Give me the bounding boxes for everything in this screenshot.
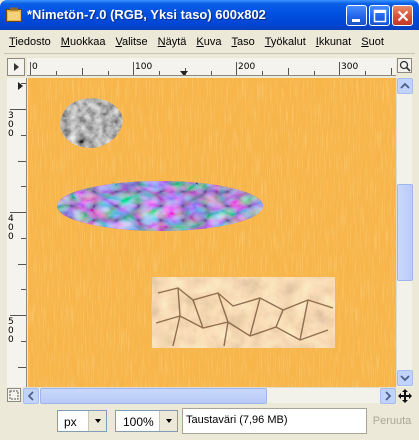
triangle-right-icon xyxy=(14,63,19,71)
menu-windows[interactable]: Ikkunat xyxy=(311,30,356,53)
menu-bar: Tiedosto Muokkaa Valitse Näytä Kuva Taso Työka… xyxy=(4,30,415,54)
zoom-select[interactable]: 100% xyxy=(115,410,178,432)
unit-dropdown-button[interactable] xyxy=(88,411,106,431)
chevron-down-icon xyxy=(95,419,101,423)
menu-select[interactable]: Valitse xyxy=(110,30,152,53)
image-menu-button[interactable] xyxy=(7,58,25,76)
vertical-scroll-thumb[interactable] xyxy=(397,184,413,281)
minimize-icon xyxy=(352,19,360,22)
hruler-label-100: 100 xyxy=(135,62,152,72)
minimize-button[interactable] xyxy=(346,5,367,26)
magnifier-icon xyxy=(399,60,411,72)
image-canvas[interactable] xyxy=(28,78,396,387)
navigate-button[interactable] xyxy=(397,388,413,404)
dashed-square-icon xyxy=(9,390,19,400)
menu-tools[interactable]: Työkalut xyxy=(260,30,311,53)
gimp-app-icon[interactable] xyxy=(6,7,22,23)
menu-edit[interactable]: Muokkaa xyxy=(56,30,111,53)
unit-select[interactable]: px xyxy=(57,410,107,432)
hruler-label-200: 200 xyxy=(238,62,255,72)
close-button[interactable] xyxy=(392,5,413,26)
vertical-ruler[interactable]: 300 400 500 xyxy=(7,78,27,387)
vruler-label-400: 400 xyxy=(8,214,14,242)
zoom-to-window-button[interactable] xyxy=(397,58,412,73)
menu-layer[interactable]: Taso xyxy=(227,30,260,53)
maximize-button[interactable] xyxy=(369,5,390,26)
zoom-dropdown-button[interactable] xyxy=(159,411,177,431)
title-bar[interactable]: *Nimetön-7.0 (RGB, Yksi taso) 600x802 xyxy=(0,0,419,30)
quick-mask-toggle[interactable] xyxy=(7,388,21,402)
zoom-value: 100% xyxy=(123,415,154,429)
vruler-label-500: 500 xyxy=(8,317,14,345)
cancel-button[interactable]: Peruuta xyxy=(369,410,415,432)
menu-view[interactable]: Näytä xyxy=(153,30,192,53)
close-icon xyxy=(397,10,409,22)
scroll-down-button[interactable] xyxy=(397,370,413,386)
window-title: *Nimetön-7.0 (RGB, Yksi taso) 600x802 xyxy=(27,7,266,22)
maximize-icon xyxy=(373,9,387,23)
scroll-left-button[interactable] xyxy=(23,388,39,404)
arrow-right-icon xyxy=(385,391,392,401)
canvas-artwork xyxy=(28,78,396,387)
vruler-label-300: 300 xyxy=(8,111,14,139)
arrow-up-icon xyxy=(400,82,410,89)
unit-value: px xyxy=(64,415,77,429)
arrow-down-icon xyxy=(400,375,410,382)
horizontal-scrollbar[interactable] xyxy=(23,387,396,404)
scroll-up-button[interactable] xyxy=(397,78,413,94)
scroll-right-button[interactable] xyxy=(380,388,396,404)
pointer-marker xyxy=(180,71,188,75)
menu-image[interactable]: Kuva xyxy=(191,30,226,53)
horizontal-ruler[interactable]: 0 100 200 300 xyxy=(27,58,396,76)
hruler-label-0: 0 xyxy=(32,62,38,72)
move-cross-icon xyxy=(398,389,412,403)
horizontal-ruler-ticks: 0 100 200 300 xyxy=(30,62,392,75)
vertical-scrollbar[interactable] xyxy=(396,78,413,387)
menu-file[interactable]: Tiedosto xyxy=(4,30,56,53)
status-message: Taustaväri (7,96 MB) xyxy=(182,408,367,434)
cracked-clay-rect xyxy=(152,277,335,348)
chevron-down-icon xyxy=(166,419,172,423)
hruler-label-300: 300 xyxy=(341,62,358,72)
arrow-left-icon xyxy=(27,391,34,401)
menu-filters[interactable]: Suot xyxy=(356,30,389,53)
horizontal-scroll-thumb[interactable] xyxy=(40,388,267,404)
